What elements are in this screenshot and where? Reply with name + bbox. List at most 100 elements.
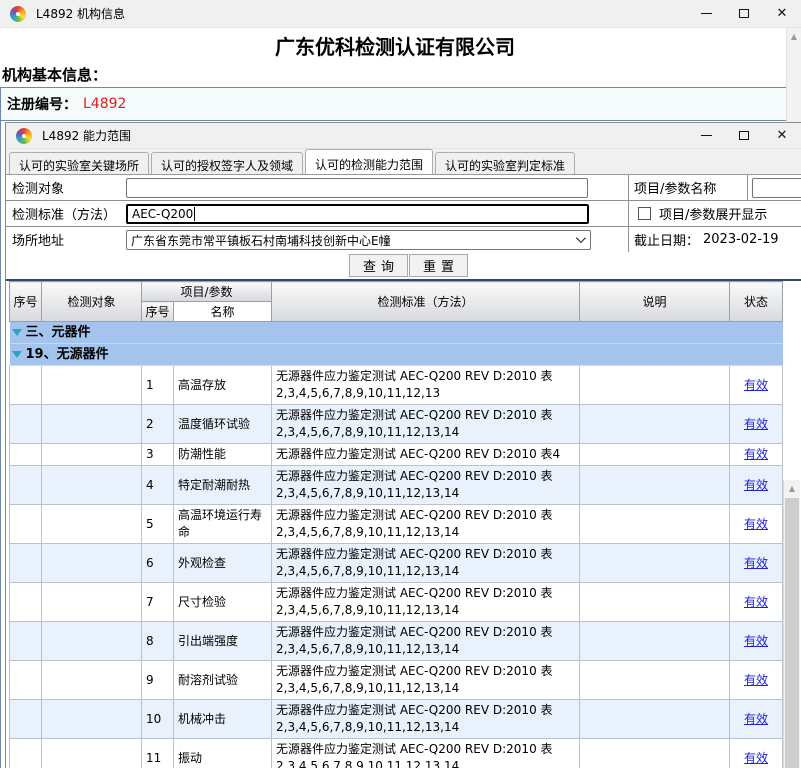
minimize-button[interactable] — [687, 0, 725, 27]
cell-status: 有效 — [730, 544, 783, 583]
section-label-basic-info: 机构基本信息： — [2, 64, 107, 85]
header-seq: 序号 — [10, 282, 42, 322]
close-icon: ✕ — [777, 129, 788, 142]
cell-status: 有效 — [730, 700, 783, 739]
cell-standard: 无源器件应力鉴定测试 AEC-Q200 REV D:2010 表 2,3,4,5… — [272, 366, 580, 405]
tab-testing-capability[interactable]: 认可的检测能力范围 — [305, 149, 433, 174]
cell-note — [580, 622, 730, 661]
tab-authorized-signatories[interactable]: 认可的授权签字人及领域 — [151, 152, 303, 174]
expand-display-checkbox[interactable] — [638, 207, 651, 220]
scrollbar-table[interactable]: ▲ — [783, 480, 800, 768]
header-standard: 检测标准（方法） — [272, 282, 580, 322]
status-link[interactable]: 有效 — [744, 634, 768, 648]
standard-input-value: AEC-Q200 — [132, 207, 193, 221]
table-header: 序号 检测对象 项目/参数 检测标准（方法） 说明 状态 序号 名称 — [10, 282, 783, 322]
cell-standard: 无源器件应力鉴定测试 AEC-Q200 REV D:2010 表 2,3,4,5… — [272, 583, 580, 622]
minimize-button[interactable] — [687, 123, 725, 148]
maximize-button[interactable] — [725, 123, 763, 148]
chevron-down-icon — [576, 233, 586, 243]
cell-status: 有效 — [730, 661, 783, 700]
cell-note — [580, 739, 730, 768]
cell-standard: 无源器件应力鉴定测试 AEC-Q200 REV D:2010 表 2,3,4,5… — [272, 544, 580, 583]
form-row-address: 场所地址 广东省东莞市常平镇板石村南埔科技创新中心E幢 截止日期： 2023-0… — [6, 227, 801, 253]
cell-seq — [10, 505, 42, 544]
status-link[interactable]: 有效 — [744, 417, 768, 431]
test-object-input[interactable] — [126, 178, 588, 198]
deadline-value: 2023-02-19 — [703, 232, 779, 247]
titlebar-institution: L4892 机构信息 ✕ — [0, 0, 801, 28]
group-row-components[interactable]: 三、元器件 — [10, 322, 783, 344]
cell-seq — [10, 661, 42, 700]
minimize-icon — [701, 13, 712, 14]
close-button[interactable]: ✕ — [763, 123, 801, 148]
collapse-arrow-icon[interactable] — [12, 351, 22, 358]
status-link[interactable]: 有效 — [744, 673, 768, 687]
capability-table: 序号 检测对象 项目/参数 检测标准（方法） 说明 状态 序号 名称 三、元器件… — [9, 281, 783, 768]
group-row-passive-components[interactable]: 19、无源器件 — [10, 344, 783, 366]
cell-seq — [10, 700, 42, 739]
table-row: 4特定耐潮耐热无源器件应力鉴定测试 AEC-Q200 REV D:2010 表 … — [10, 466, 783, 505]
cell-status: 有效 — [730, 739, 783, 768]
tab-lab-criteria[interactable]: 认可的实验室判定标准 — [435, 152, 575, 174]
collapse-arrow-icon[interactable] — [12, 329, 22, 336]
status-link[interactable]: 有效 — [744, 478, 768, 492]
capability-table-body: 三、元器件 19、无源器件 1高温存放无源器件应力鉴定测试 AEC-Q200 R… — [10, 322, 783, 768]
close-button[interactable]: ✕ — [763, 0, 801, 27]
cell-param-seq: 9 — [142, 661, 174, 700]
cell-object — [42, 366, 142, 405]
tab-key-locations[interactable]: 认可的实验室关键场所 — [9, 152, 149, 174]
cell-param-seq: 5 — [142, 505, 174, 544]
app-icon — [16, 128, 32, 144]
divider — [628, 175, 629, 200]
address-select[interactable]: 广东省东莞市常平镇板石村南埔科技创新中心E幢 — [126, 230, 591, 250]
table-row: 2温度循环试验无源器件应力鉴定测试 AEC-Q200 REV D:2010 表 … — [10, 405, 783, 444]
cell-object — [42, 661, 142, 700]
status-link[interactable]: 有效 — [744, 378, 768, 392]
cell-param-name: 防潮性能 — [174, 444, 272, 466]
cell-param-name: 高温存放 — [174, 366, 272, 405]
cell-param-name: 特定耐潮耐热 — [174, 466, 272, 505]
cell-param-seq: 10 — [142, 700, 174, 739]
cell-standard: 无源器件应力鉴定测试 AEC-Q200 REV D:2010 表 2,3,4,5… — [272, 622, 580, 661]
cell-standard: 无源器件应力鉴定测试 AEC-Q200 REV D:2010 表 2,3,4,5… — [272, 505, 580, 544]
cell-param-name: 机械冲击 — [174, 700, 272, 739]
maximize-icon — [739, 131, 749, 140]
cell-note — [580, 505, 730, 544]
address-select-value: 广东省东莞市常平镇板石村南埔科技创新中心E幢 — [131, 232, 391, 249]
status-link[interactable]: 有效 — [744, 595, 768, 609]
scrollbar-thumb[interactable] — [785, 498, 799, 768]
cell-object — [42, 444, 142, 466]
cell-object — [42, 544, 142, 583]
query-button[interactable]: 查询 — [349, 254, 408, 277]
table-row: 7尺寸检验无源器件应力鉴定测试 AEC-Q200 REV D:2010 表 2,… — [10, 583, 783, 622]
header-param-name: 名称 — [174, 302, 272, 322]
table-row: 11振动无源器件应力鉴定测试 AEC-Q200 REV D:2010 表 2,3… — [10, 739, 783, 768]
cell-note — [580, 661, 730, 700]
deadline-row: 截止日期： 2023-02-19 — [634, 227, 779, 252]
maximize-button[interactable] — [725, 0, 763, 27]
table-row: 1高温存放无源器件应力鉴定测试 AEC-Q200 REV D:2010 表 2,… — [10, 366, 783, 405]
status-link[interactable]: 有效 — [744, 712, 768, 726]
status-link[interactable]: 有效 — [744, 447, 768, 461]
status-link[interactable]: 有效 — [744, 751, 768, 765]
scroll-up-icon[interactable]: ▲ — [787, 28, 801, 44]
reset-button[interactable]: 重置 — [409, 254, 468, 277]
header-note: 说明 — [580, 282, 730, 322]
cell-note — [580, 444, 730, 466]
cell-note — [580, 583, 730, 622]
status-link[interactable]: 有效 — [744, 517, 768, 531]
window-title: L4892 机构信息 — [36, 5, 125, 22]
cell-object — [42, 583, 142, 622]
param-name-input[interactable] — [752, 178, 801, 198]
cell-status: 有效 — [730, 405, 783, 444]
table-row: 8引出端强度无源器件应力鉴定测试 AEC-Q200 REV D:2010 表 2… — [10, 622, 783, 661]
button-row: 查询 重置 — [6, 252, 801, 279]
header-param-group: 项目/参数 — [142, 282, 272, 302]
form-row-test-object: 检测对象 项目/参数名称 — [6, 175, 801, 201]
company-heading: 广东优科检测认证有限公司 — [0, 31, 790, 60]
cell-seq — [10, 739, 42, 768]
table-row: 3防潮性能无源器件应力鉴定测试 AEC-Q200 REV D:2010 表4有效 — [10, 444, 783, 466]
scroll-up-icon[interactable]: ▲ — [784, 480, 800, 496]
status-link[interactable]: 有效 — [744, 556, 768, 570]
standard-input[interactable]: AEC-Q200 — [126, 204, 589, 224]
